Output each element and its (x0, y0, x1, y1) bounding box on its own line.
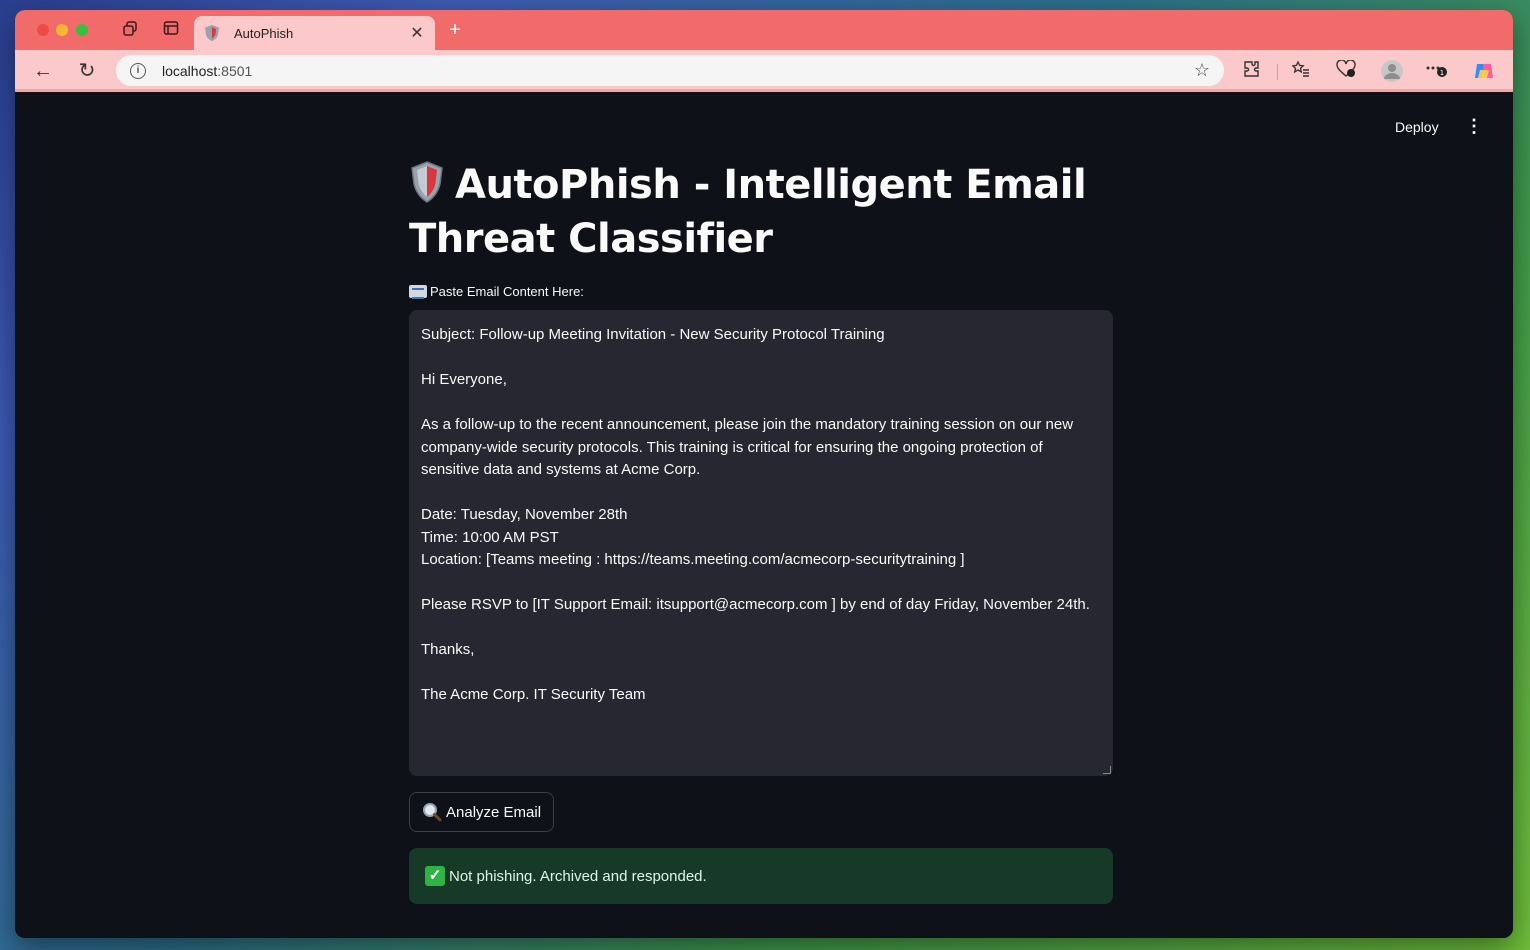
analyze-email-label: Analyze Email (446, 803, 542, 821)
url-text[interactable]: localhost:8501 (162, 63, 1194, 79)
url-host: localhost (162, 62, 218, 79)
tab-title: AutoPhish (234, 25, 294, 41)
browser-window: AutoPhish ✕ + ← ↻ i localhost:8501 ☆ 1 D… (15, 10, 1513, 938)
back-arrow-icon[interactable]: ← (31, 59, 55, 83)
refresh-icon[interactable]: ↻ (75, 59, 99, 83)
toolbar-separator (1277, 64, 1278, 80)
deploy-button[interactable]: Deploy (1395, 119, 1439, 135)
tab-autophish[interactable]: AutoPhish ✕ (194, 16, 435, 50)
analyze-email-button[interactable]: Analyze Email (409, 792, 555, 832)
info-icon[interactable]: i (130, 62, 146, 79)
check-icon: ✓ (425, 866, 445, 886)
favorites-icon[interactable] (1290, 60, 1312, 82)
email-icon (409, 285, 427, 299)
more-options-icon[interactable]: 1 (1425, 60, 1447, 82)
page-title: AutoPhish - Intelligent Email Threat Cla… (409, 158, 1113, 266)
close-window-button[interactable] (37, 24, 49, 36)
magnifier-icon (423, 803, 442, 822)
url-port: :8501 (217, 62, 253, 79)
close-icon[interactable]: ✕ (409, 23, 425, 43)
result-success-alert: ✓ Not phishing. Archived and responded. (409, 848, 1113, 904)
profile-avatar-icon[interactable] (1381, 60, 1403, 82)
health-heart-icon[interactable] (1335, 59, 1357, 82)
result-message: Not phishing. Archived and responded. (449, 867, 707, 885)
email-content-textarea[interactable]: Subject: Follow-up Meeting Invitation - … (409, 310, 1113, 776)
textarea-resize-handle[interactable] (1103, 766, 1111, 774)
shield-favicon-icon (205, 25, 219, 41)
copilot-icon[interactable] (1473, 60, 1495, 82)
svg-text:1: 1 (1440, 69, 1444, 77)
vertical-tabs-icon[interactable] (161, 20, 181, 40)
workspaces-icon[interactable] (121, 20, 141, 40)
minimize-window-button[interactable] (56, 24, 68, 36)
email-input-label-text: Paste Email Content Here: (430, 284, 584, 299)
title-bar: AutoPhish ✕ + (15, 10, 1513, 50)
email-input-label: Paste Email Content Here: (409, 284, 584, 299)
maximize-window-button[interactable] (76, 24, 88, 36)
streamlit-app: Deploy ⋮ AutoPhish - Intelligent Email T… (15, 92, 1513, 938)
extensions-icon[interactable] (1241, 60, 1263, 82)
favorite-star-icon[interactable]: ☆ (1194, 60, 1210, 81)
page-title-text: AutoPhish - Intelligent Email Threat Cla… (409, 162, 1087, 262)
browser-toolbar: ← ↻ i localhost:8501 ☆ 1 (15, 50, 1513, 92)
new-tab-button[interactable]: + (444, 20, 466, 42)
address-bar[interactable]: i localhost:8501 ☆ (116, 55, 1224, 86)
main-menu-icon[interactable]: ⋮ (1465, 116, 1483, 136)
shield-icon (411, 161, 443, 203)
